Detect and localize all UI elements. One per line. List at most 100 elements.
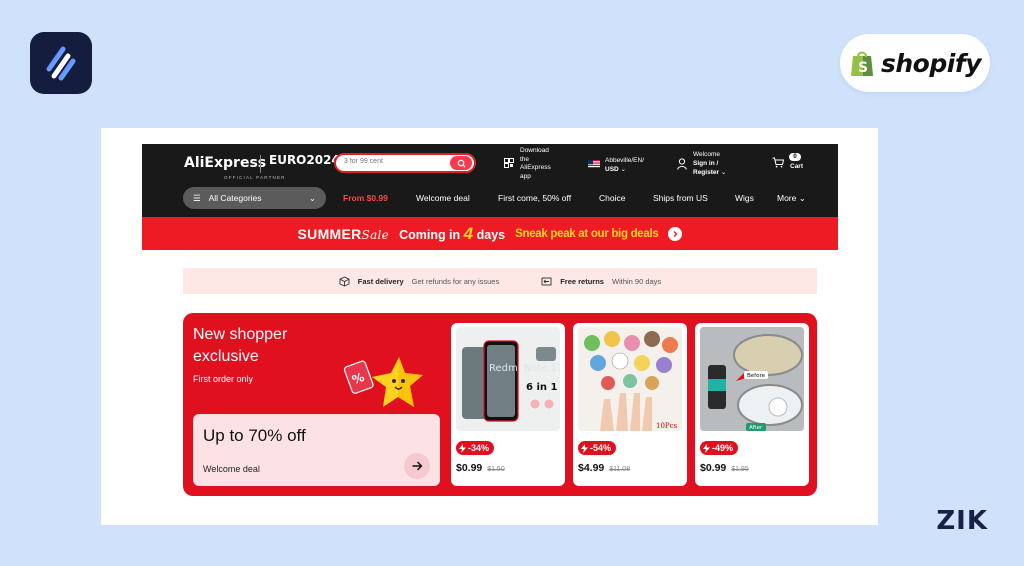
welcome-deal-arrow-button[interactable] (404, 453, 430, 479)
chevron-down-icon: ⌄ (620, 166, 626, 173)
discount-value: -49% (712, 443, 734, 453)
sneak-peak-text: Sneak peak at our big deals (515, 227, 659, 240)
flash-icon (459, 443, 466, 453)
countdown-text: Coming in 4 days (399, 224, 505, 244)
arrow-right-icon (412, 461, 423, 471)
app-logo (30, 32, 92, 94)
header-bar: AliExpress EURO2024 OFFICIAL PARTNER Dow… (142, 144, 838, 217)
download-line: the (520, 155, 530, 163)
benefits-bar: Fast delivery Get refunds for any issues… (183, 268, 817, 294)
six-in-one-text: 6 in 1 (526, 382, 557, 393)
shopify-bag-icon: S (851, 51, 873, 76)
current-price: $0.99 (456, 462, 483, 474)
search-icon (457, 159, 466, 168)
return-icon (541, 277, 552, 285)
product-card[interactable]: Redmi Note 13 6 in 1 -34% $0.99 $1.50 (451, 323, 565, 486)
deal-subtitle: First order only (193, 374, 254, 384)
original-price: $1.95 (731, 466, 749, 473)
discount-badge: -34% (456, 441, 495, 455)
chevron-down-icon: ⌄ (798, 193, 806, 203)
download-line: Download (520, 147, 549, 154)
search-box (334, 153, 476, 173)
search-button[interactable] (450, 156, 472, 170)
app-stripes-icon (46, 46, 76, 81)
deal-title: New shopper exclusive (193, 324, 287, 368)
fast-delivery-desc: Get refunds for any issues (411, 276, 500, 286)
currency-label: USD (605, 166, 619, 173)
chevron-down-icon: ⌄ (308, 192, 316, 203)
deal-title-line: New shopper (193, 326, 288, 343)
sign-in-link[interactable]: Sign in / (693, 160, 718, 167)
menu-icon: ☰ (193, 192, 201, 203)
summer-word: SUMMER (297, 225, 362, 242)
discount-headline: Up to 70% off (203, 426, 306, 445)
welcome-deal-card[interactable]: Up to 70% off Welcome deal (193, 414, 440, 486)
cart-count-badge: 0 (789, 153, 801, 161)
fast-delivery-title: Fast delivery (357, 276, 404, 286)
product-image-headlight-restorer: Before After (700, 327, 804, 431)
after-label: After (749, 425, 763, 431)
product-price: $0.99 $1.50 (456, 462, 505, 474)
welcome-deal-label: Welcome deal (203, 464, 260, 474)
more-label: More (777, 193, 797, 203)
product-price: $4.99 $11.08 (578, 462, 630, 474)
download-line: app (520, 172, 531, 180)
search-input[interactable] (344, 158, 444, 165)
all-categories-label: All Categories (208, 193, 262, 203)
download-line: AliExpress (520, 164, 551, 171)
days-word: days (476, 227, 506, 242)
free-returns-title: Free returns (560, 276, 604, 286)
nav-item-wigs[interactable]: Wigs (735, 193, 754, 203)
locale-selector[interactable]: Abbeville/EN/ USD ⌄ (605, 156, 644, 174)
nav-item-welcome-deal[interactable]: Welcome deal (416, 193, 470, 203)
svg-text:S: S (858, 60, 868, 76)
welcome-text: Welcome (693, 151, 720, 158)
zik-logo: ZIK (936, 506, 988, 536)
qr-code-icon (504, 158, 514, 168)
partner-text: OFFICIAL PARTNER (224, 175, 286, 180)
product-price: $0.99 $1.95 (700, 462, 749, 474)
account-menu[interactable]: Welcome Sign in / Register ⌄ (693, 150, 726, 177)
summer-sale-banner[interactable]: SUMMERSale Coming in 4 days Sneak peak a… (142, 217, 838, 250)
coming-prefix: Coming in (399, 227, 461, 242)
star-mascot-icon: % (343, 357, 423, 407)
nav-item-first-come[interactable]: First come, 50% off (498, 193, 571, 203)
current-price: $4.99 (578, 462, 605, 474)
discount-badge: -54% (578, 441, 617, 455)
locale-city: Abbeville/EN/ (605, 157, 645, 164)
deal-title-line: exclusive (193, 348, 259, 365)
phone-model-text: Redmi Note 13 (489, 363, 560, 374)
user-icon (677, 158, 687, 170)
flash-icon (703, 443, 710, 453)
arrow-right-icon (668, 226, 683, 241)
screenshot-card: AliExpress EURO2024 OFFICIAL PARTNER Dow… (101, 128, 878, 525)
sale-word: Sale (361, 227, 390, 242)
shopify-wordmark: shopify (881, 48, 982, 78)
cart-icon[interactable] (772, 157, 784, 168)
discount-value: -34% (468, 443, 490, 453)
nav-item-choice[interactable]: Choice (599, 193, 625, 203)
current-price: $0.99 (700, 462, 727, 474)
free-returns-desc: Within 90 days (611, 276, 662, 286)
ten-pcs-text: 10Pcs (656, 422, 678, 430)
nav-item-from-099[interactable]: From $0.99 (343, 193, 388, 203)
product-card[interactable]: 10Pcs -54% $4.99 $11.08 (573, 323, 687, 486)
delivery-box-icon (339, 275, 350, 286)
shopify-badge: S shopify (840, 34, 990, 92)
nav-item-more[interactable]: More ⌄ (777, 193, 806, 204)
nav-item-ships-from-us[interactable]: Ships from US (653, 193, 708, 203)
euro-logo: EURO2024 (269, 153, 340, 167)
new-shopper-panel: New shopper exclusive First order only %… (183, 313, 817, 496)
before-label: Before (747, 373, 766, 379)
us-flag-icon (588, 160, 600, 168)
product-image-phone-case: Redmi Note 13 6 in 1 (456, 327, 560, 431)
chevron-down-icon: ⌄ (720, 169, 727, 176)
all-categories-button[interactable]: ☰ All Categories ⌄ (183, 187, 326, 209)
aliexpress-logo[interactable]: AliExpress (184, 155, 266, 171)
register-link[interactable]: Register (693, 169, 719, 176)
product-card[interactable]: Before After -49% $0.99 $1.95 (695, 323, 809, 486)
days-number: 4 (463, 223, 474, 243)
download-app-link[interactable]: Download the AliExpress app (520, 147, 560, 181)
product-image-finger-puppets: 10Pcs (578, 327, 682, 431)
cart-link[interactable]: Cart (790, 163, 803, 170)
